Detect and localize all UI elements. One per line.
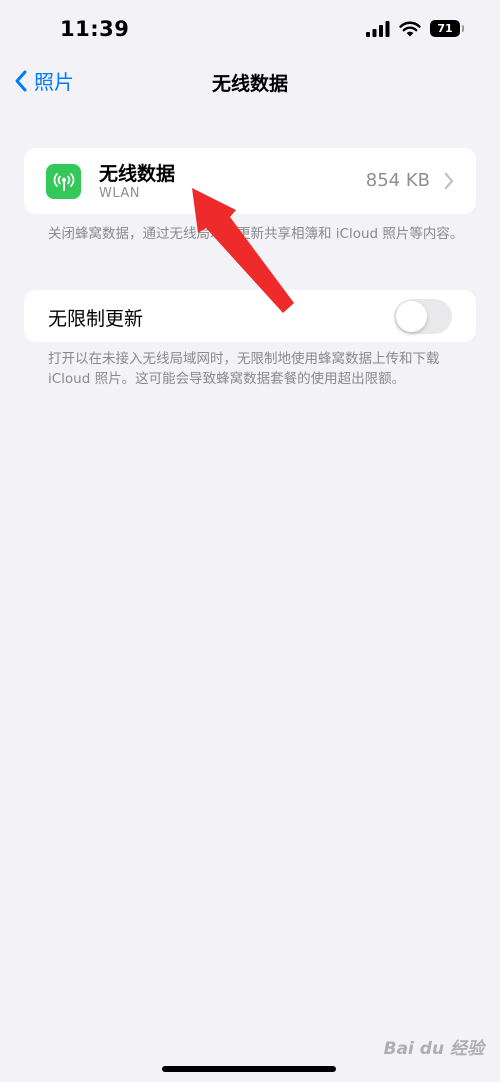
- wifi-icon: [399, 21, 421, 36]
- status-bar: 11:39 71: [0, 0, 500, 60]
- unlimited-updates-row: 无限制更新: [24, 290, 476, 342]
- cellular-signal-icon: [366, 20, 390, 37]
- wlan-footnote: 关闭蜂窝数据，通过无线局域网更新共享相簿和 iCloud 照片等内容。: [48, 226, 464, 242]
- wlan-row-subtitle: WLAN: [99, 186, 141, 201]
- page-title: 无线数据: [211, 73, 288, 95]
- chevron-right-icon: [444, 172, 454, 190]
- unlimited-updates-toggle[interactable]: [394, 299, 452, 334]
- status-icons: 71: [366, 20, 464, 37]
- home-indicator[interactable]: [162, 1066, 336, 1072]
- unlimited-updates-label: 无限制更新: [48, 308, 144, 330]
- battery-level: 71: [437, 22, 453, 35]
- toggle-knob: [396, 301, 427, 332]
- wlan-data-usage: 854 KB: [365, 170, 430, 191]
- status-time: 11:39: [60, 17, 130, 41]
- watermark: Bai du 经验: [383, 1039, 484, 1059]
- wlan-data-row[interactable]: 无线数据 WLAN 854 KB: [24, 148, 476, 214]
- wlan-row-title: 无线数据: [99, 163, 176, 185]
- battery-icon: 71: [430, 20, 464, 37]
- antenna-icon: [46, 164, 81, 199]
- navigation-bar: 照片 无线数据: [0, 60, 500, 104]
- unlimited-updates-footnote: 打开以在未接入无线局域网时，无限制地使用蜂窝数据上传和下载 iCloud 照片。…: [48, 351, 440, 387]
